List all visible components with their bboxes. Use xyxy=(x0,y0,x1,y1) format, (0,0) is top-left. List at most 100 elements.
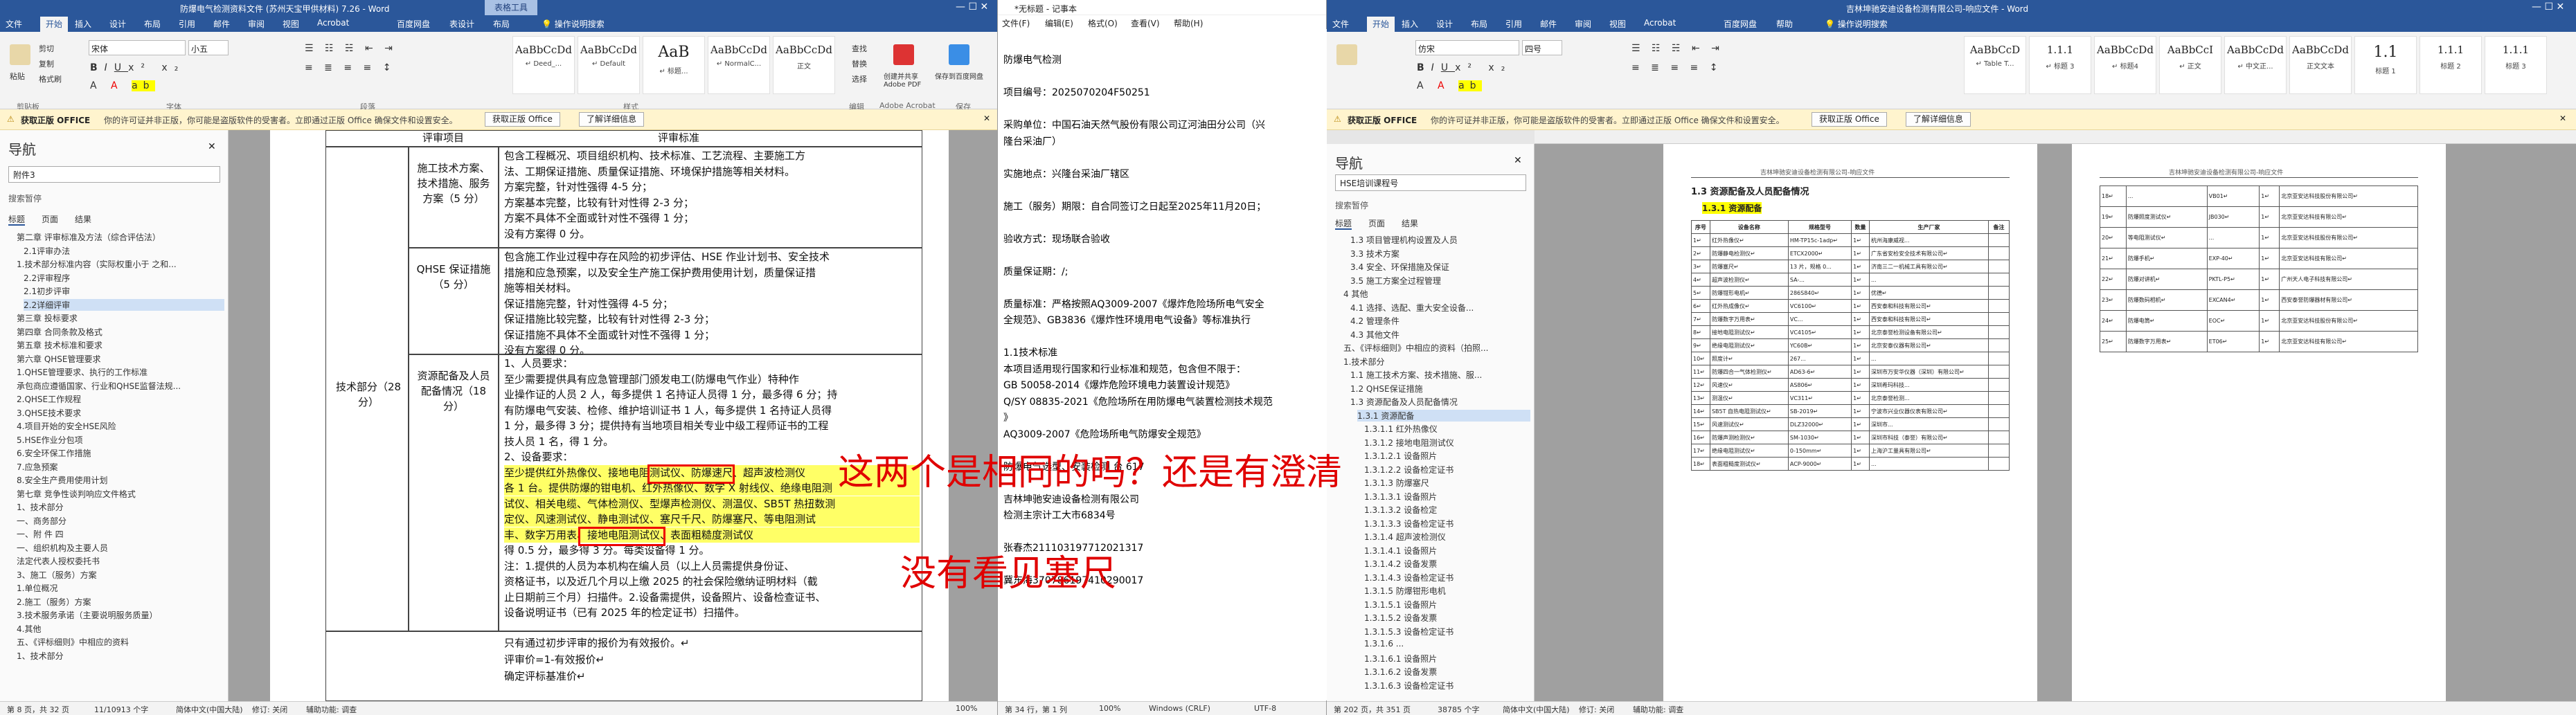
nav-heading-item[interactable]: 1.3.1.2 接地电阻测试仪 xyxy=(1364,437,1530,449)
font-format-buttons[interactable]: BIUx² x₂ xyxy=(90,62,185,73)
nav-heading-item[interactable]: 3.QHSE技术要求 xyxy=(17,407,224,419)
nav-heading-item[interactable]: 第四章 合同条款及格式 xyxy=(17,326,224,338)
nav-heading-item[interactable]: 一、商务部分 xyxy=(17,515,224,527)
ribbon-tab[interactable]: 插入 xyxy=(1402,18,1418,30)
nav-heading-item[interactable]: 1、技术部分 xyxy=(17,650,224,662)
nav-tab[interactable]: 页面 xyxy=(1368,219,1385,228)
nav-heading-item[interactable]: 4.2 管理条件 xyxy=(1350,315,1530,327)
font-name-select[interactable]: 仿宋 xyxy=(1415,40,1519,55)
nav-tab[interactable]: 标题 xyxy=(8,215,26,226)
notepad-menu-item[interactable]: 查看(V) xyxy=(1131,17,1160,29)
font-size-select[interactable]: 四号 xyxy=(1522,40,1562,55)
ribbon-tab[interactable]: 布局 xyxy=(1471,18,1487,30)
nav-heading-item[interactable]: 1.3 资源配备及人员配备情况 xyxy=(1350,396,1530,408)
ribbon-tab[interactable]: 表设计 xyxy=(449,18,474,30)
nav-heading-item[interactable]: 3.3 技术方案 xyxy=(1350,248,1530,260)
nav-heading-item[interactable]: 4.3 其他文件 xyxy=(1350,329,1530,341)
close-icon[interactable]: ✕ xyxy=(1514,155,1522,166)
style-gallery-item[interactable]: AaBbCcDd ↵ NormalC... xyxy=(708,36,770,94)
nav-heading-item[interactable]: 2.1初步评审 xyxy=(24,285,224,297)
ribbon-tab[interactable]: 审阅 xyxy=(1575,18,1591,30)
nav-heading-item[interactable]: 第二章 评审标准及方法（综合评估法） xyxy=(17,231,224,243)
paste-icon[interactable] xyxy=(10,44,30,65)
nav-heading-item[interactable]: 6.安全环保工作措施 xyxy=(17,447,224,459)
nav-heading-item[interactable]: 3.技术服务承诺（主要说明服务质量） xyxy=(17,609,224,621)
ribbon-tab[interactable]: 引用 xyxy=(179,18,195,30)
nav-heading-item[interactable]: 8.安全生产费用使用计划 xyxy=(17,474,224,486)
nav-heading-item[interactable]: 五、《评标细则》中相应的资料 xyxy=(17,636,224,648)
nav-tab[interactable]: 结果 xyxy=(1402,219,1418,228)
nav-heading-item[interactable]: 承包商应遵循国家、行业和QHSE监督法规... xyxy=(17,380,224,392)
nav-heading-item[interactable]: 第五章 技术标准和要求 xyxy=(17,339,224,351)
nav-heading-item[interactable]: 3、施工（服务）方案 xyxy=(17,569,224,581)
nav-search-input[interactable]: HSE培训课程号 xyxy=(1335,174,1526,191)
style-gallery-item[interactable]: AaBbCcDd ↵ Deed_... xyxy=(512,36,575,94)
style-gallery-item[interactable]: 1.1.1 标题 3 xyxy=(2485,36,2547,94)
baidu-cloud-icon[interactable] xyxy=(949,44,969,65)
nav-heading-item[interactable]: 一、附 件 四 xyxy=(17,528,224,540)
ribbon-tab[interactable]: 邮件 xyxy=(213,18,230,30)
nav-heading-item[interactable]: 1.QHSE管理要求、执行的工作标准 xyxy=(17,366,224,378)
ribbon-tab[interactable]: 视图 xyxy=(1609,18,1626,30)
ribbon-tab[interactable]: 开始 xyxy=(40,17,69,32)
font-name-select[interactable]: 宋体 xyxy=(89,40,186,55)
style-gallery-item[interactable]: AaBbCcD ↵ Table T... xyxy=(1964,36,2026,94)
nav-heading-item[interactable]: 2.施工（服务）方案 xyxy=(17,596,224,608)
style-gallery-item[interactable]: AaBbCcDd 正文文本 xyxy=(2289,36,2352,94)
ribbon-tab[interactable]: 百度网盘 xyxy=(397,18,430,30)
nav-heading-item[interactable]: 1.3.1.3 防爆塞尺 xyxy=(1364,477,1530,489)
nav-heading-item[interactable]: 法定代表人授权委托书 xyxy=(17,555,224,567)
paragraph-list-buttons[interactable]: ☰ ☷ ☵ ⇤ ⇥ xyxy=(305,43,397,54)
nav-heading-item[interactable]: 五、《评标细则》中相应的资料（拍照... xyxy=(1343,342,1530,354)
notepad-menu-item[interactable]: 编辑(E) xyxy=(1045,17,1073,29)
select-button[interactable]: 选择 xyxy=(852,73,867,84)
nav-heading-item[interactable]: 4.其他 xyxy=(17,623,224,635)
ribbon-tab[interactable]: 视图 xyxy=(283,18,299,30)
nav-heading-item[interactable]: 1.3.1.6.2 设备发票 xyxy=(1364,666,1530,678)
nav-heading-item[interactable]: 2.QHSE工作规程 xyxy=(17,393,224,405)
font-color-buttons[interactable]: A A ab xyxy=(90,80,155,91)
ribbon-tab[interactable]: 开始 xyxy=(1367,17,1395,32)
nav-heading-item[interactable]: 1.3.1.4.2 设备发票 xyxy=(1364,558,1530,570)
style-gallery-item[interactable]: 1.1 标题 1 xyxy=(2354,36,2417,94)
style-gallery-item[interactable]: 1.1.1 标题 2 xyxy=(2420,36,2482,94)
nav-heading-item[interactable]: 1.技术部分标准内容（实际权重小于 之和... xyxy=(17,258,224,270)
nav-heading-item[interactable]: 1.3.1.6.1 设备照片 xyxy=(1364,653,1530,664)
ribbon-tab[interactable]: 审阅 xyxy=(248,18,265,30)
nav-heading-item[interactable]: 2.2详细评审 xyxy=(24,298,224,311)
nav-heading-item[interactable]: 1.3.1.4.3 设备检定证书 xyxy=(1364,572,1530,583)
get-genuine-office-button[interactable]: 获取正版 Office xyxy=(485,112,560,127)
style-gallery-item[interactable]: AaBbCcDd 正文 xyxy=(773,36,835,94)
learn-more-button[interactable]: 了解详细信息 xyxy=(579,112,645,127)
nav-heading-item[interactable]: 2.1评审办法 xyxy=(24,245,224,257)
paragraph-align-buttons[interactable]: ≡ ≣ ≡ ≡ ↕ xyxy=(1631,62,1721,73)
ribbon-tab[interactable]: 插入 xyxy=(75,18,91,30)
nav-heading-item[interactable]: 1.技术部分 xyxy=(1343,356,1530,368)
style-gallery-item[interactable]: AaBbCcDd ↵ 中文正... xyxy=(2224,36,2287,94)
nav-heading-item[interactable]: 1.3 项目管理机构设置及人员 xyxy=(1350,234,1530,246)
ribbon-tab[interactable]: 引用 xyxy=(1505,18,1522,30)
ribbon-tab[interactable]: Acrobat xyxy=(1644,18,1676,28)
find-button[interactable]: 查找 xyxy=(852,43,867,54)
paste-button[interactable]: 粘贴 xyxy=(10,71,25,82)
nav-heading-item[interactable]: 3.5 施工方案全过程管理 xyxy=(1350,275,1530,287)
nav-heading-item[interactable]: 7.应急预案 xyxy=(17,461,224,473)
close-icon[interactable]: ✕ xyxy=(983,114,990,123)
ribbon-tab[interactable]: 设计 xyxy=(1436,18,1453,30)
nav-heading-item[interactable]: 1.3.1.2.1 设备照片 xyxy=(1364,450,1530,462)
style-gallery-item[interactable]: AaBbCcDd ↵ 标题4 xyxy=(2094,36,2156,94)
ribbon-tab[interactable]: 百度网盘 xyxy=(1724,18,1757,30)
acrobat-pdf-icon[interactable] xyxy=(893,44,914,65)
paragraph-align-buttons[interactable]: ≡ ≣ ≡ ≡ ↕ xyxy=(305,62,395,73)
ribbon-tab[interactable]: 文件 xyxy=(6,18,22,30)
notepad-text-area[interactable]: 防爆电气检测 项目编号：2025070204F50251 采购单位：中国石油天然气股… xyxy=(998,29,1327,700)
style-gallery-item[interactable]: AaBbCcDd ↵ Default xyxy=(578,36,640,94)
nav-tab[interactable]: 页面 xyxy=(42,215,58,224)
get-genuine-office-button[interactable]: 获取正版 Office xyxy=(1812,112,1887,127)
horizontal-ruler[interactable] xyxy=(1535,130,2576,144)
ribbon-tab[interactable]: Acrobat xyxy=(317,18,349,28)
nav-tab[interactable]: 结果 xyxy=(75,215,91,224)
nav-heading-item[interactable]: 1.3.1.4.1 设备照片 xyxy=(1364,545,1530,556)
nav-heading-item[interactable]: 1.3.1.5.1 设备照片 xyxy=(1364,599,1530,610)
notepad-menu-item[interactable]: 格式(O) xyxy=(1088,17,1118,29)
